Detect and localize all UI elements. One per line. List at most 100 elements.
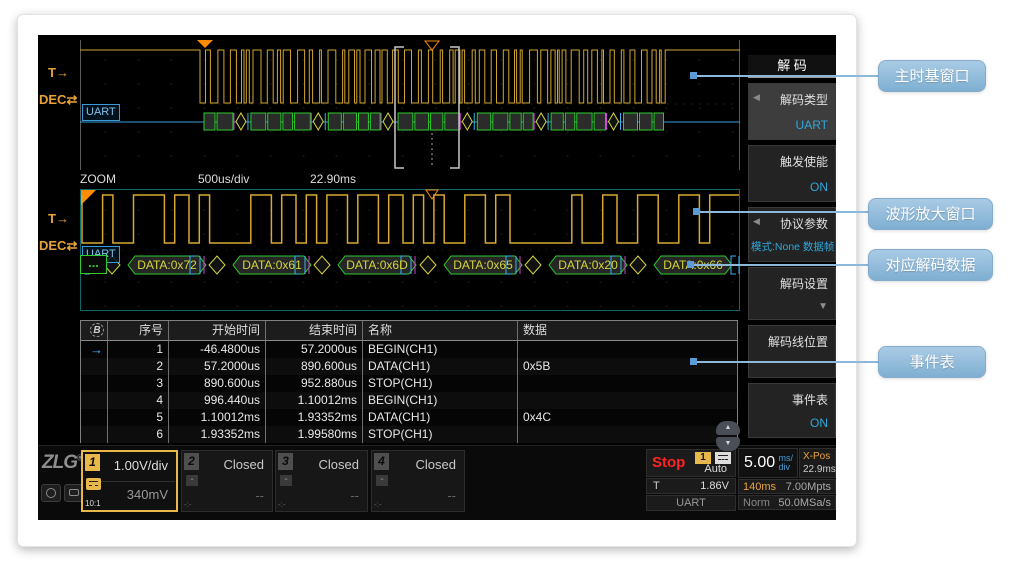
- callout-line: [697, 75, 878, 77]
- event-row-start[interactable]: 890.600us: [169, 375, 266, 392]
- acquire-box: Norm 50.0MSa/s: [738, 495, 836, 510]
- row-marker-cell: [81, 358, 108, 375]
- row-marker-cell: [81, 375, 108, 392]
- trigger-level-marker-main[interactable]: T→: [48, 65, 69, 80]
- window-length: 140ms: [743, 480, 776, 494]
- channel-2-status: Closed: [224, 457, 264, 472]
- event-row-data[interactable]: 0x4C: [518, 409, 737, 426]
- sample-rate: 50.0MSa/s: [778, 496, 831, 510]
- col-header-name: 名称: [363, 321, 518, 341]
- scroll-up-button[interactable]: ▲: [716, 421, 740, 435]
- run-state-box[interactable]: Stop 1 Auto: [646, 449, 736, 477]
- channel-3-box[interactable]: 3 - -:- Closed --: [275, 450, 368, 512]
- submenu-arrow-icon: ◀: [753, 216, 760, 227]
- record-points: 7.00Mpts: [786, 480, 831, 494]
- callout-dot-zoom-window: [693, 208, 700, 215]
- event-row-index[interactable]: 2: [108, 358, 169, 375]
- event-row-index[interactable]: 6: [108, 426, 169, 443]
- decoded-frame: DATA:0x61: [233, 257, 311, 274]
- event-row-end[interactable]: 890.600us: [266, 358, 363, 375]
- event-row-start[interactable]: 996.440us: [169, 392, 266, 409]
- menu-item-protocol-params[interactable]: ◀ 协议参数 模式:None 数据帧: [748, 207, 836, 262]
- event-row-start[interactable]: 1.93352ms: [169, 426, 266, 443]
- trigger-type-box[interactable]: UART: [646, 495, 736, 511]
- menu-item-decode-line-position[interactable]: 解码线位置: [748, 325, 836, 378]
- event-row-name[interactable]: BEGIN(CH1): [363, 341, 518, 358]
- event-row-start[interactable]: 57.2000us: [169, 358, 266, 375]
- coupling-placeholder: -: [280, 475, 292, 486]
- trigger-type: UART: [676, 497, 706, 509]
- event-row-end[interactable]: 1.99580ms: [266, 426, 363, 443]
- col-header-start: 开始时间: [169, 321, 266, 341]
- channel-1-box[interactable]: 1 10:1 1.00V/div 340mV: [81, 450, 178, 512]
- event-row-end[interactable]: 1.10012ms: [266, 392, 363, 409]
- event-row-data[interactable]: [518, 375, 737, 392]
- event-row-name[interactable]: DATA(CH1): [363, 358, 518, 375]
- run-state: Stop: [652, 454, 685, 471]
- decode-line-marker-zoom[interactable]: DEC⇄: [39, 238, 77, 254]
- event-row-name[interactable]: BEGIN(CH1): [363, 392, 518, 409]
- event-row-data[interactable]: [518, 426, 737, 443]
- decoded-frame: DATA:0x6D: [338, 257, 416, 274]
- scroll-down-button[interactable]: ▼: [716, 437, 740, 451]
- trigger-level-box[interactable]: T 1.86V: [646, 478, 736, 494]
- menu-item-label: 解码类型: [780, 91, 828, 108]
- zoom-mode-label: ZOOM: [80, 172, 116, 186]
- acquire-mode: Norm: [743, 496, 770, 510]
- menu-item-decode-type[interactable]: ◀ 解码类型 UART: [748, 83, 836, 140]
- event-row-name[interactable]: STOP(CH1): [363, 426, 518, 443]
- probe-placeholder: -:-: [278, 500, 286, 509]
- event-row-data[interactable]: [518, 341, 737, 358]
- main-timebase-window: [80, 40, 740, 170]
- channel-1-scale: 1.00V/div: [114, 458, 168, 473]
- decode-continuation-box: ...: [80, 255, 107, 274]
- event-table[interactable]: B 序号 开始时间 结束时间 名称 数据 → 1 -46.4800us 57.2…: [80, 320, 738, 443]
- waveform-zoom-window: [80, 189, 740, 311]
- decoded-frame: DATA:0x72: [128, 257, 206, 274]
- event-row-data[interactable]: [518, 392, 737, 409]
- channel-1-offset: 340mV: [127, 487, 168, 502]
- event-row-start[interactable]: -46.4800us: [169, 341, 266, 358]
- menu-item-event-table[interactable]: 事件表 ON: [748, 383, 836, 438]
- event-row-start[interactable]: 1.10012ms: [169, 409, 266, 426]
- event-row-index[interactable]: 3: [108, 375, 169, 392]
- channel-2-badge: 2: [184, 453, 199, 470]
- selected-row-arrow-icon: →: [86, 342, 103, 357]
- event-row-index[interactable]: 5: [108, 409, 169, 426]
- xpos-box[interactable]: X-Pos 22.9ms: [799, 448, 836, 478]
- trigger-mode: Auto: [704, 463, 727, 475]
- status-bar: ZLG® 1 10:1 1.00V/div 340mV 2 - -:- Clos…: [38, 445, 836, 520]
- event-row-end[interactable]: 1.93352ms: [266, 409, 363, 426]
- decode-line-marker-main[interactable]: DEC⇄: [39, 92, 77, 108]
- channel-1-badge: 1: [85, 454, 100, 471]
- menu-item-value: 模式:None 数据帧: [751, 239, 836, 254]
- row-marker-cell: [81, 392, 108, 409]
- brand-logo: ZLG®: [42, 452, 82, 474]
- event-row-name[interactable]: STOP(CH1): [363, 375, 518, 392]
- coupling-placeholder: -: [186, 475, 198, 486]
- probe-ratio: 10:1: [85, 499, 101, 508]
- channel-2-box[interactable]: 2 - -:- Closed --: [181, 450, 273, 512]
- callout-decoded-data: 对应解码数据: [868, 249, 993, 281]
- event-row-end[interactable]: 952.880us: [266, 375, 363, 392]
- menu-item-trigger-enable[interactable]: 触发使能 ON: [748, 145, 836, 202]
- row-marker-cell: [81, 409, 108, 426]
- channel-4-box[interactable]: 4 - -:- Closed --: [371, 450, 465, 512]
- decoded-frame: DATA:0x20: [549, 257, 627, 274]
- timebase-scale-box[interactable]: 5.00 ms/div: [738, 448, 798, 478]
- row-marker-cell: [81, 426, 108, 443]
- event-row-end[interactable]: 57.2000us: [266, 341, 363, 358]
- event-row-index[interactable]: 1: [108, 341, 169, 358]
- menu-item-decode-settings[interactable]: 解码设置 ▼: [748, 267, 836, 320]
- menu-item-label: 事件表: [792, 391, 828, 408]
- probe-placeholder: -:-: [374, 500, 382, 509]
- touch-tool-icon[interactable]: [41, 484, 61, 502]
- channel-3-status: Closed: [319, 457, 359, 472]
- zoom-position-label: 22.90ms: [310, 172, 356, 186]
- event-row-name[interactable]: DATA(CH1): [363, 409, 518, 426]
- menu-item-label: 协议参数: [780, 215, 828, 232]
- trigger-level-marker-zoom[interactable]: T→: [48, 211, 69, 226]
- channel-4-offset: --: [447, 488, 456, 503]
- event-row-index[interactable]: 4: [108, 392, 169, 409]
- table-scroll-widget[interactable]: ▲ ▼: [716, 421, 740, 451]
